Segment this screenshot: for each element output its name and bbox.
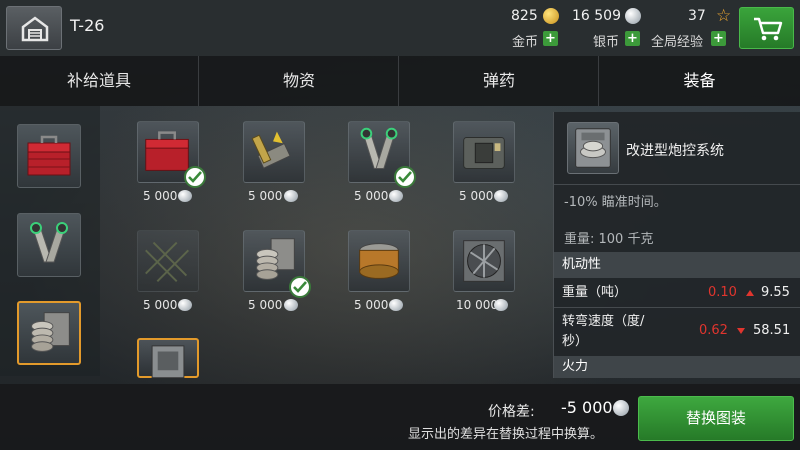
owned-check-icon	[289, 276, 311, 298]
divider	[554, 184, 800, 185]
category-tabs: 补给道具 物资 弹药 装备	[0, 56, 800, 106]
equipment-title: 改进型炮控系统	[626, 143, 724, 159]
gold-label: 金币	[512, 35, 539, 50]
stat-turn-label-line1: 转弯速度（度/	[562, 314, 645, 329]
grid-item-fan[interactable]	[453, 230, 515, 292]
silver-coin-icon	[494, 190, 508, 202]
price-diff-value: -5 000	[561, 398, 613, 417]
grid-item-rammer[interactable]	[243, 121, 305, 183]
bottom-bar: 价格差: -5 000 显示出的差异在替换过程中换算。 替换图装	[0, 384, 800, 450]
fire-control-icon	[151, 345, 185, 379]
equipped-slot-2[interactable]	[17, 213, 81, 277]
item-price: 5 000	[354, 298, 389, 312]
silver-coin-icon	[284, 299, 298, 311]
silver-coin-icon	[389, 299, 403, 311]
tab-ammo[interactable]: 弹药	[400, 56, 599, 106]
decrease-arrow-icon	[737, 328, 745, 334]
equipped-slot-3[interactable]	[17, 301, 81, 365]
silver-coin-icon	[178, 190, 192, 202]
equipment-detail-panel: 改进型炮控系统 -10% 瞄准时间。 重量: 100 千克 机动性 重量（吨） …	[553, 112, 800, 378]
coil-spring-icon	[31, 312, 70, 352]
stat-weight-label: 重量（吨）	[562, 285, 628, 300]
shop-cart-button[interactable]	[739, 7, 794, 49]
filter-icon	[359, 243, 399, 279]
owned-check-icon	[184, 166, 206, 188]
silver-coin-icon	[625, 8, 641, 24]
grid-item-ventilation[interactable]	[453, 121, 515, 183]
silver-amount: 16 509	[572, 8, 621, 24]
gold-amount: 825	[511, 8, 538, 24]
price-diff-label: 价格差:	[488, 404, 535, 420]
stat-turn-label-line2: 秒）	[562, 334, 589, 349]
owned-check-icon	[394, 166, 416, 188]
top-bar: T-26 825 16 509 37 ☆ 金币 + 银币 + 全局经验 +	[0, 0, 800, 56]
silver-coin-icon	[494, 299, 508, 311]
add-global-xp-button[interactable]: +	[711, 31, 726, 46]
tank-name: T-26	[70, 16, 105, 35]
replace-equipment-button[interactable]: 替换图装	[638, 396, 794, 441]
silver-coin-icon	[389, 190, 403, 202]
garage-icon	[21, 16, 49, 42]
rammer-icon	[251, 131, 291, 169]
divider	[554, 307, 800, 308]
item-price: 5 000	[248, 298, 283, 312]
conversion-note: 显示出的差异在替换过程中换算。	[408, 427, 604, 442]
global-xp-amount: 37	[688, 8, 706, 24]
tab-equipment[interactable]: 装备	[600, 56, 799, 106]
silver-coin-icon	[284, 190, 298, 202]
item-price: 5 000	[459, 189, 494, 203]
equipment-description: -10% 瞄准时间。	[564, 195, 667, 210]
ventilation-unit-icon	[463, 137, 505, 169]
grid-item-fire-control[interactable]	[137, 338, 199, 379]
item-price: 10 000	[456, 298, 498, 312]
stat-turn-change: 0.62	[699, 323, 728, 338]
section-firepower: 火力	[554, 356, 800, 378]
gold-coin-icon	[543, 8, 559, 24]
star-icon: ☆	[716, 6, 732, 26]
fire-control-icon	[567, 122, 619, 174]
grid-item-filter[interactable]	[348, 230, 410, 292]
section-mobility: 机动性	[554, 252, 800, 278]
grid-item-camouflage-net[interactable]	[137, 230, 199, 292]
silver-label: 银币	[593, 35, 620, 50]
vertical-stabilizer-icon	[30, 222, 68, 263]
stat-weight-value: 9.55	[761, 285, 790, 300]
equipped-slot-1[interactable]	[17, 124, 81, 188]
stat-weight-change: 0.10	[708, 285, 737, 300]
equipped-slots	[0, 106, 100, 376]
silver-coin-icon	[178, 299, 192, 311]
item-price: 5 000	[143, 189, 178, 203]
garage-button[interactable]	[6, 6, 62, 50]
equipment-weight: 重量: 100 千克	[564, 232, 654, 247]
add-gold-button[interactable]: +	[543, 31, 558, 46]
tab-consumables[interactable]: 补给道具	[0, 56, 199, 106]
fan-icon	[463, 240, 505, 282]
stat-turn-value: 58.51	[753, 323, 791, 338]
toolbox-icon	[27, 135, 71, 176]
item-price: 5 000	[143, 298, 178, 312]
increase-arrow-icon	[746, 290, 754, 296]
tab-supplies[interactable]: 物资	[200, 56, 399, 106]
item-price: 5 000	[354, 189, 389, 203]
silver-coin-icon	[613, 400, 629, 416]
cart-icon	[754, 17, 783, 41]
item-price: 5 000	[248, 189, 283, 203]
camouflage-net-icon	[145, 241, 190, 283]
add-silver-button[interactable]: +	[625, 31, 640, 46]
global-xp-label: 全局经验	[651, 35, 704, 50]
